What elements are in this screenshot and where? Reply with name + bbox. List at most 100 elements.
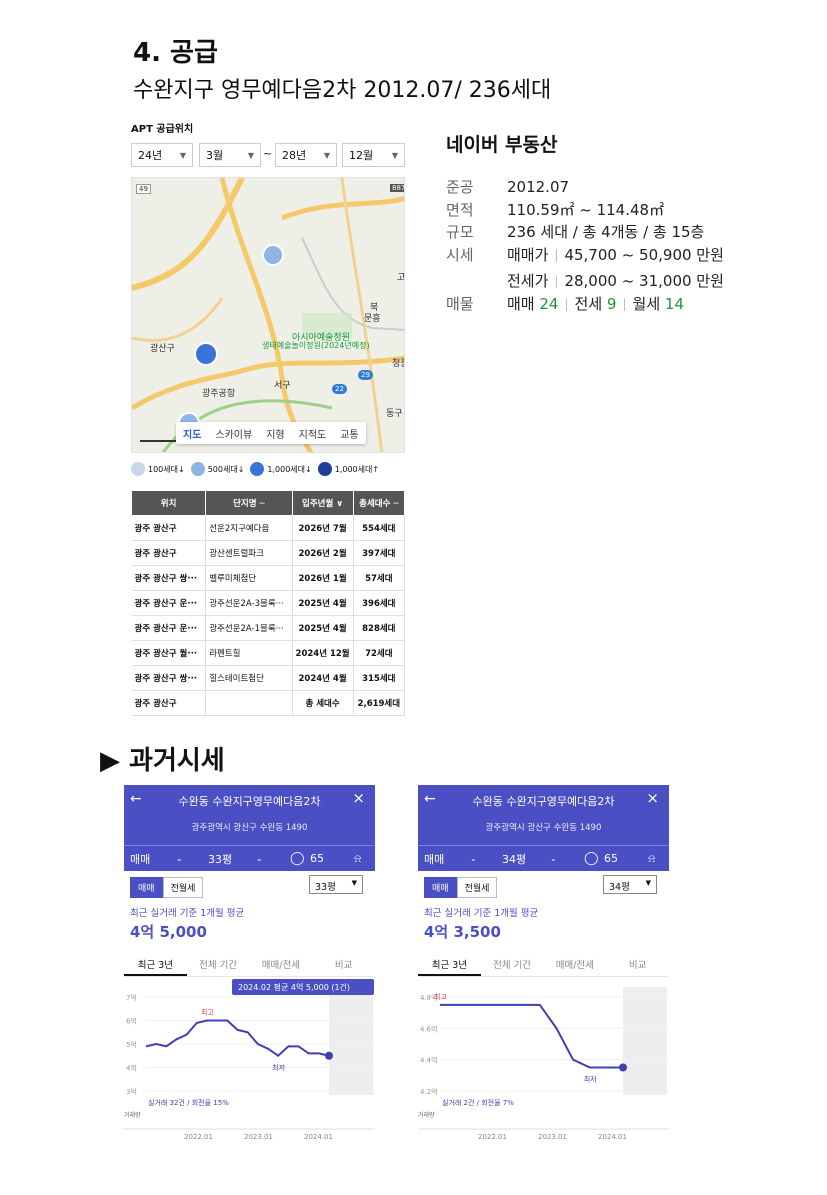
period-tab[interactable]: 매매/전세	[250, 953, 313, 976]
map-tab-traffic[interactable]: 교통	[333, 422, 365, 444]
average-value: 4억 5,000	[130, 923, 207, 941]
high-label: 최고	[201, 1008, 214, 1017]
column-header[interactable]: 위치	[130, 490, 207, 516]
comment-icon[interactable]: ◯	[584, 851, 599, 866]
size-select[interactable]: 34평	[502, 851, 526, 867]
x-tick-label: 2022.01	[478, 1133, 507, 1141]
tooltip-text: 2024.02 평균 4억 5,000 (1건)	[238, 982, 350, 992]
filter-bar: 매매 ⌄ 34평 ⌄ ◯ 65 ⍾	[418, 845, 669, 871]
sale-price-label: 매매가	[507, 245, 549, 264]
period-tab[interactable]: 비교	[606, 953, 669, 976]
info-row: 시세 매매가 | 45,700 ~ 50,900 만원	[446, 244, 724, 267]
map-label: 동구	[386, 409, 403, 419]
period-tab[interactable]: 최근 3년	[418, 953, 481, 976]
naver-info: 준공 2012.07 면적 110.59㎡ ~ 114.48㎡ 규모 236 세대 /…	[446, 176, 724, 315]
map-tab-map[interactable]: 지도	[176, 422, 208, 444]
map-label: 광산구	[150, 344, 175, 354]
map-label: 고	[397, 273, 405, 283]
apt-marker-icon[interactable]	[194, 342, 218, 366]
close-icon[interactable]: ×	[352, 789, 365, 807]
info-value: 2012.07	[507, 178, 570, 196]
trade-segment: 매매 전월세	[424, 877, 498, 898]
table-row[interactable]: 광주 광산구 쌍··· 벨루미체첨단 2026년 1월 57세대	[131, 565, 406, 591]
x-tick-label: 2022.01	[184, 1133, 213, 1141]
table-row[interactable]: 광주 광산구 운··· 광주선운2A-1블록··· 2025년 4월 828세대	[131, 615, 406, 641]
table-row[interactable]: 광주 광산구 운··· 광주선운2A-3블록··· 2025년 4월 396세대	[131, 590, 406, 616]
bell-icon[interactable]: ⍾	[648, 852, 655, 866]
segment-rent[interactable]: 전월세	[456, 877, 498, 898]
price-chart[interactable]: 7억 6억 5억 4억 3억 최고최저 2024.02 평균 4억 5,000 (1건) 실거…	[124, 979, 375, 1155]
size-dropdown-value: 34평	[609, 882, 630, 893]
trade-type-select[interactable]: 매매	[130, 851, 150, 867]
table-row[interactable]: 광주 광산구 총 세대수 2,619세대	[131, 690, 406, 716]
app-address: 광주광역시 광산구 수완동 1490	[191, 823, 308, 833]
end-year-select[interactable]: 28년 ▼	[275, 143, 337, 167]
table-row[interactable]: 광주 광산구 광산센트럴파크 2026년 2월 397세대	[131, 540, 406, 566]
low-label: 최저	[584, 1075, 597, 1084]
map-tab-terrain[interactable]: 지형	[259, 422, 291, 444]
average-label: 최근 실거래 기준 1개월 평균	[130, 908, 245, 919]
separator: |	[554, 274, 559, 288]
info-value: 110.59㎡ ~ 114.48㎡	[507, 200, 665, 219]
period-tab[interactable]: 전체 기간	[187, 953, 250, 976]
bell-icon[interactable]: ⍾	[354, 852, 361, 866]
price-chart[interactable]: 4.8억4.6억4.4억4.2억최고최저실거래 2건 / 회전율 7%거래량20…	[418, 979, 669, 1155]
comment-icon[interactable]: ◯	[290, 851, 305, 866]
x-tick-label: 2024.01	[304, 1133, 333, 1141]
size-dropdown[interactable]: 33평 ▼	[309, 875, 363, 894]
period-tab[interactable]: 비교	[312, 953, 375, 976]
period-tab[interactable]: 전체 기간	[481, 953, 544, 976]
table-cell: 광주 광산구 쌍···	[131, 665, 207, 691]
trade-type-select[interactable]: 매매	[424, 851, 444, 867]
trade-stats: 실거래 2건 / 회전율 7%	[442, 1098, 514, 1107]
apt-marker-icon[interactable]	[262, 244, 284, 266]
supply-map[interactable]: 광산구 아시아예술정원 생태예술놀이정원(2024년예정) 광주공항 서구 북 …	[131, 177, 405, 453]
segment-rent[interactable]: 전월세	[162, 877, 204, 898]
table-row[interactable]: 광주 광산구 선운2지구예다음 2026년 7월 554세대	[131, 515, 406, 541]
map-tab-cadastral[interactable]: 지적도	[292, 422, 334, 444]
map-legend: 100세대↓ 500세대↓ 1,000세대↓ 1,000세대↑	[131, 462, 405, 476]
info-key	[446, 270, 507, 293]
table-cell: 선운2지구예다음	[205, 515, 293, 541]
x-tick-label: 2023.01	[244, 1133, 273, 1141]
chevron-down-icon: ⌄	[470, 854, 477, 863]
start-month-select[interactable]: 3월 ▼	[199, 143, 261, 167]
size-select[interactable]: 33평	[208, 851, 232, 867]
start-year-select[interactable]: 24년 ▼	[131, 143, 193, 167]
period-tab[interactable]: 매매/전세	[544, 953, 607, 976]
table-row[interactable]: 광주 광산구 쌍··· 힐스테이트첨단 2024년 4월 315세대	[131, 665, 406, 691]
table-row[interactable]: 광주 광산구 월··· 라펜트힐 2024년 12월 72세대	[131, 640, 406, 666]
segment-sale[interactable]: 매매	[130, 877, 163, 898]
map-scale-bar	[140, 440, 176, 442]
road-number: 49	[136, 184, 151, 194]
end-month-select[interactable]: 12월 ▼	[342, 143, 405, 167]
average-value: 4억 3,500	[424, 923, 501, 941]
app-title: 수완동 수완지구영무예다음2차	[472, 795, 615, 808]
x-tick-label: 2023.01	[538, 1133, 567, 1141]
listing-sale-count: 24	[539, 294, 559, 313]
map-tab-skyview[interactable]: 스카이뷰	[208, 422, 259, 444]
table-cell: 2024년 12월	[292, 640, 354, 666]
trade-stats: 실거래 32건 / 회전율 15%	[148, 1098, 229, 1107]
close-icon[interactable]: ×	[646, 789, 659, 807]
size-dropdown[interactable]: 34평 ▼	[603, 875, 657, 894]
map-label: 생태예술놀이정원(2024년예정)	[262, 341, 370, 350]
period-tab[interactable]: 최근 3년	[124, 953, 187, 976]
separator: |	[564, 296, 569, 311]
info-value: 236 세대 / 총 4개동 / 총 15층	[507, 223, 705, 241]
table-cell: 총 세대수	[292, 690, 354, 716]
map-label: 문흥	[364, 314, 381, 324]
past-price-heading: ▶ 과거시세	[100, 746, 225, 776]
column-header[interactable]: 입주년월 ∨	[291, 490, 354, 516]
road-number: 887	[390, 184, 404, 192]
column-header[interactable]: 총세대수 ─	[352, 490, 406, 516]
price-app-34: ← 수완동 수완지구영무예다음2차 × 광주광역시 광산구 수완동 1490 매매 ⌄ 34…	[418, 785, 669, 1155]
table-cell: 광주 광산구	[131, 515, 207, 541]
segment-sale[interactable]: 매매	[424, 877, 457, 898]
column-header[interactable]: 단지명 ─	[205, 490, 293, 516]
table-cell: 광주 광산구 월···	[131, 640, 207, 666]
map-label: 청풍	[392, 359, 404, 369]
chevron-down-icon: ⌄	[550, 854, 557, 863]
table-cell: 2025년 4월	[292, 590, 354, 616]
chevron-down-icon: ⌄	[256, 854, 263, 863]
